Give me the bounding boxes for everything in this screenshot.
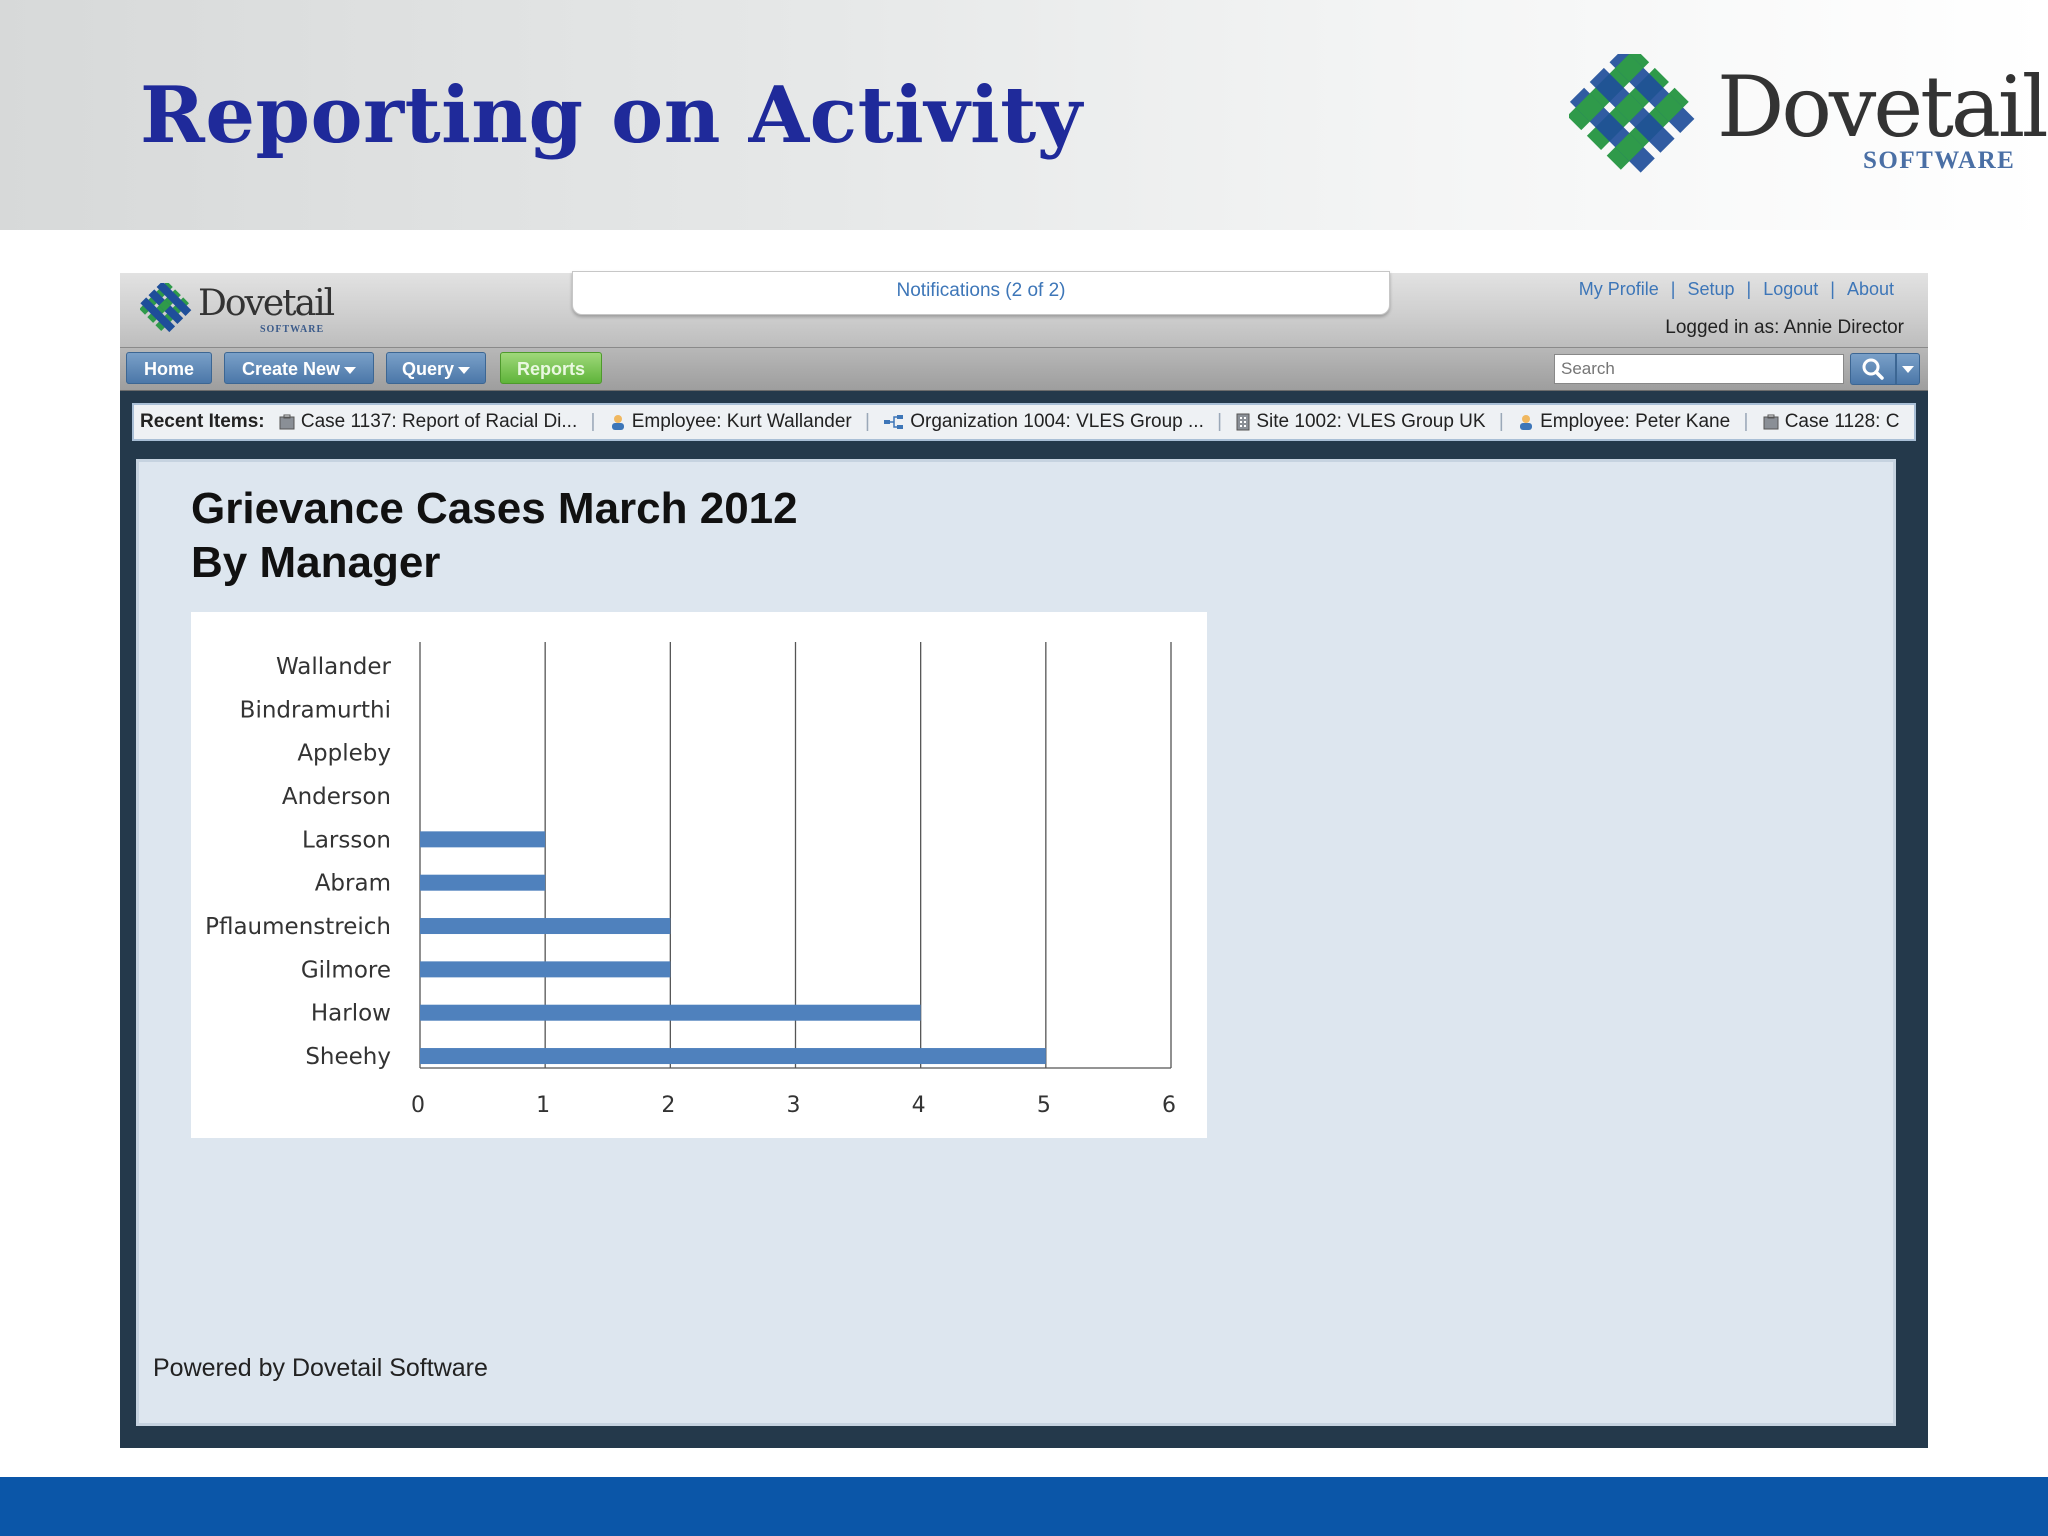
y-category-label-7: Gilmore (301, 957, 391, 983)
report-title-line-1: Grievance Cases March 2012 (191, 484, 798, 533)
slide-footer-bar (0, 1477, 2048, 1536)
employee-icon (611, 414, 624, 430)
dovetail-weave-icon (1569, 54, 1695, 173)
logged-in-status: Logged in as: Annie Director (1665, 317, 1904, 338)
recent-items-bar: Recent Items: Case 1137: Report of Racia… (132, 403, 1916, 441)
recent-item-site-1002[interactable]: Site 1002: VLES Group UK (1235, 411, 1490, 432)
search-input[interactable] (1554, 354, 1844, 384)
y-category-label-1: Bindramurthi (240, 697, 391, 723)
notifications-panel[interactable]: Notifications (2 of 2) (572, 271, 1390, 315)
bar-abram (420, 874, 546, 891)
search-button[interactable] (1850, 353, 1896, 385)
report-title-line-2: By Manager (191, 538, 441, 587)
recent-item-label: Employee: Peter Kane (1540, 411, 1731, 432)
site-icon (1236, 413, 1250, 431)
brand-subtitle: SOFTWARE (1863, 147, 2016, 174)
app-logo[interactable]: Dovetail SOFTWARE (140, 281, 340, 337)
bar-pflaumenstreich (420, 918, 671, 935)
app-topbar: Dovetail SOFTWARE Notifications (2 of 2)… (120, 271, 1928, 347)
bar-larsson (420, 831, 546, 848)
logout-link[interactable]: Logout (1751, 279, 1830, 299)
reports-button-label: Reports (516, 359, 585, 379)
y-category-label-8: Harlow (311, 1001, 391, 1027)
bar-harlow (420, 1004, 921, 1021)
create-new-button[interactable]: Create New (224, 352, 374, 384)
powered-by-text: Powered by Dovetail Software (153, 1354, 488, 1382)
x-tick-label-3: 3 (787, 1093, 801, 1118)
y-category-label-2: Appleby (297, 741, 391, 767)
y-category-label-4: Larsson (302, 827, 391, 853)
home-button-label: Home (143, 359, 194, 379)
recent-item-employee-kane[interactable]: Employee: Peter Kane (1517, 411, 1735, 432)
brand-name: Dovetail (1717, 58, 2048, 156)
case-icon (1763, 414, 1779, 430)
nav-bar: Home Create New Query Reports (120, 347, 1928, 391)
chevron-down-icon (1902, 366, 1914, 373)
slide-header: Reporting on Activity Dovetail SOFTWARE (0, 0, 2048, 230)
chevron-down-icon (344, 366, 357, 374)
bar-chart: 0 1 2 3 4 5 6 Wallander Bindramurthi Appleby Ander… (205, 642, 1176, 1118)
top-links: My Profile | Setup | Logout | About (1567, 279, 1906, 300)
my-profile-link[interactable]: My Profile (1567, 279, 1671, 299)
chart-panel: 0 1 2 3 4 5 6 Wallander Bindramurthi Appleby Ander… (191, 612, 1207, 1138)
case-icon (279, 414, 295, 430)
recent-item-employee-wallander[interactable]: Employee: Kurt Wallander (609, 411, 857, 432)
bar-gilmore (420, 961, 671, 978)
y-category-label-3: Anderson (282, 784, 391, 810)
app-logo-name: Dovetail (198, 283, 335, 324)
recent-items-label: Recent Items: (140, 411, 265, 432)
y-category-label-9: Sheehy (305, 1044, 391, 1070)
query-button-label: Query (401, 359, 455, 379)
app-window: Dovetail SOFTWARE Notifications (2 of 2)… (120, 271, 1928, 1448)
organization-icon (884, 414, 904, 429)
recent-item-case-1137[interactable]: Case 1137: Report of Racial Di... (278, 411, 583, 432)
y-category-label-0: Wallander (276, 654, 392, 680)
app-logo-subtitle: SOFTWARE (260, 324, 325, 335)
x-tick-label-5: 5 (1037, 1093, 1051, 1118)
search-options-dropdown[interactable] (1896, 353, 1920, 385)
x-tick-label-0: 0 (411, 1093, 425, 1118)
slide-title: Reporting on Activity (140, 70, 1083, 161)
home-button[interactable]: Home (126, 352, 212, 384)
reports-button[interactable]: Reports (500, 352, 602, 384)
x-tick-label-6: 6 (1162, 1093, 1176, 1118)
about-link[interactable]: About (1835, 279, 1906, 299)
x-tick-label-4: 4 (912, 1093, 926, 1118)
bar-sheehy (420, 1048, 1046, 1065)
create-new-button-label: Create New (241, 359, 341, 379)
recent-item-label: Organization 1004: VLES Group ... (910, 411, 1204, 432)
x-tick-label-2: 2 (661, 1093, 675, 1118)
recent-item-label: Case 1137: Report of Racial Di... (300, 411, 578, 432)
employee-icon (1520, 414, 1533, 430)
report-title: Grievance Cases March 2012 By Manager (191, 482, 798, 590)
y-category-label-6: Pflaumenstreich (205, 914, 391, 940)
chevron-down-icon (458, 366, 471, 374)
recent-item-label: Site 1002: VLES Group UK (1256, 411, 1486, 432)
x-tick-label-1: 1 (536, 1093, 550, 1118)
report-content-area: Grievance Cases March 2012 By Manager 0 1… (136, 459, 1896, 1426)
query-button[interactable]: Query (386, 352, 486, 384)
magnifier-icon (1862, 358, 1884, 380)
recent-item-case-1128[interactable]: Case 1128: C (1762, 411, 1900, 432)
y-category-label-5: Abram (315, 871, 391, 897)
recent-item-organization-1004[interactable]: Organization 1004: VLES Group ... (883, 411, 1209, 432)
brand-logo: Dovetail SOFTWARE (1565, 52, 2048, 182)
recent-item-label: Case 1128: C (1784, 411, 1900, 432)
setup-link[interactable]: Setup (1675, 279, 1746, 299)
dovetail-weave-icon (140, 283, 192, 333)
recent-item-label: Employee: Kurt Wallander (631, 411, 852, 432)
